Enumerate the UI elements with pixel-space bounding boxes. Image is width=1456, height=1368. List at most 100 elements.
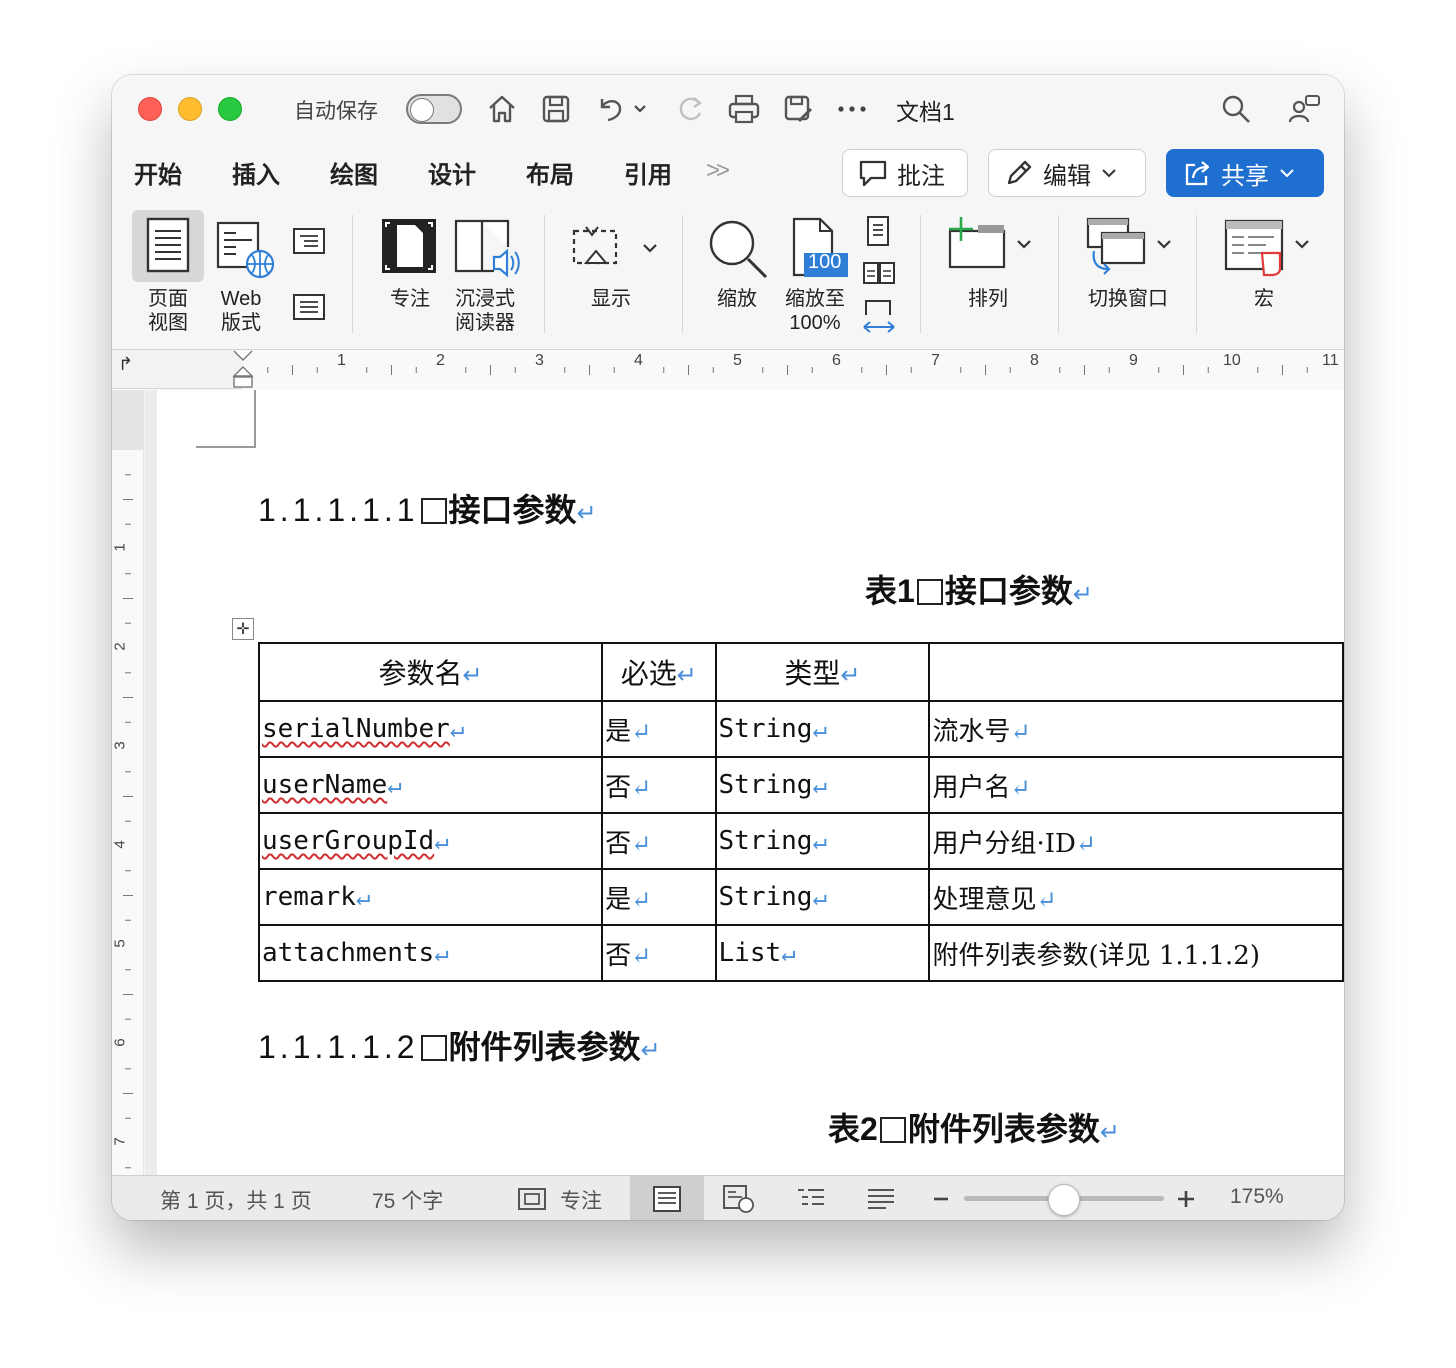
header-cell[interactable]: 类型↵ [714,642,931,702]
tab-references[interactable]: 引用 [624,155,672,190]
heading-text: 接口参数 [448,492,577,528]
show-icon[interactable] [570,223,660,276]
type-cell[interactable]: String↵ [714,812,931,870]
header-cell[interactable] [928,642,1344,702]
header-cell[interactable]: 必选↵ [601,642,717,702]
description-cell[interactable]: 用户分组·ID↵ [928,812,1344,870]
tab-design[interactable]: 设计 [428,155,476,190]
caption-text: 附件列表参数 [907,1111,1100,1147]
focus-mode-label[interactable]: 专注 [560,1185,602,1215]
close-button[interactable] [138,97,162,121]
multiple-pages-icon[interactable] [862,261,896,290]
param-name-cell[interactable]: remark↵ [257,868,604,926]
more-tabs-button[interactable]: >> [706,157,730,185]
zoom-percentage[interactable]: 175% [1230,1185,1284,1209]
redo-icon[interactable] [670,89,710,129]
switch-window-button[interactable]: 切换窗口 [1078,287,1178,311]
param-name-cell[interactable]: userGroupId↵ [257,812,604,870]
heading-1-1-1-1-2[interactable]: 1.1.1.1.2 附件列表参数↵ [258,1022,661,1068]
focus-button[interactable]: 专注 [374,287,446,311]
undo-dropdown-chevron-icon[interactable] [630,89,650,129]
zoom-out-icon[interactable] [932,1190,950,1208]
required-cell[interactable]: 否↵ [601,756,717,814]
table-move-handle[interactable]: ✛ [232,618,254,640]
editing-button[interactable]: 编辑 [988,149,1146,197]
arrange-button[interactable]: 排列 [948,287,1028,311]
save-as-icon[interactable] [778,89,818,129]
one-page-icon[interactable] [864,215,892,252]
description-cell[interactable]: 处理意见↵ [928,868,1344,926]
document-canvas[interactable]: 1.1.1.1.1 接口参数↵ 表1 接口参数↵ ✛ 参数名↵ 必选↵ 类型↵ se… [145,390,1344,1175]
param-name-cell[interactable]: serialNumber↵ [257,700,604,758]
type-cell[interactable]: String↵ [714,756,931,814]
account-icon[interactable] [1284,89,1324,129]
share-button[interactable]: 共享 [1166,149,1324,197]
save-icon[interactable] [536,89,576,129]
param-name-cell[interactable]: userName↵ [257,756,604,814]
indent-marker-icon[interactable] [232,350,254,390]
minimize-button[interactable] [178,97,202,121]
macro-icon[interactable] [1222,215,1312,282]
description-cell[interactable]: 流水号↵ [928,700,1344,758]
description-cell[interactable]: 附件列表参数(详见 1.1.1.2) [928,924,1344,982]
outline-view-icon[interactable] [794,1186,828,1212]
table-1-caption[interactable]: 表1 接口参数↵ [865,566,1093,612]
search-icon[interactable] [1216,89,1256,129]
horizontal-ruler[interactable]: ↱ 1 2 3 4 5 6 7 8 9 10 11 [112,349,1344,390]
switch-window-icon[interactable] [1082,215,1178,282]
page-view-icon[interactable] [146,217,190,278]
more-icon[interactable] [832,89,872,129]
page-width-icon[interactable] [862,299,896,340]
immersive-reader-icon[interactable] [452,217,522,284]
parameters-table[interactable]: 参数名↵ 必选↵ 类型↵ serialNumber↵ 是↵ String↵ 流水… [257,642,1344,982]
tab-layout[interactable]: 布局 [526,155,574,190]
zoom-icon[interactable] [706,217,770,284]
focus-icon[interactable] [380,217,438,280]
page-count[interactable]: 第 1 页，共 1 页 [160,1185,312,1215]
required-cell[interactable]: 否↵ [601,812,717,870]
zoom-window-button[interactable] [218,97,242,121]
tab-home[interactable]: 开始 [134,155,182,190]
focus-mode-icon[interactable] [516,1186,548,1212]
tab-draw[interactable]: 绘图 [330,155,378,190]
zoom-100-button[interactable]: 缩放至 100% [776,287,854,335]
tab-insert[interactable]: 插入 [232,155,280,190]
comments-button[interactable]: 批注 [842,149,968,197]
page-view-button[interactable]: 页面 视图 [132,287,204,335]
document-page[interactable]: 1.1.1.1.1 接口参数↵ 表1 接口参数↵ ✛ 参数名↵ 必选↵ 类型↵ se… [157,390,1344,1175]
arrange-icon[interactable] [944,215,1042,276]
table-2-caption[interactable]: 表2 附件列表参数↵ [828,1104,1120,1150]
print-layout-view-button[interactable] [630,1176,704,1220]
show-button[interactable]: 显示 [574,287,648,311]
web-layout-view-icon[interactable] [722,1184,756,1214]
tab-stop-icon[interactable]: ↱ [118,354,133,375]
web-layout-button[interactable]: Web 版式 [210,287,272,335]
vertical-ruler[interactable]: 1 2 3 4 5 6 7 [112,390,144,1175]
required-cell[interactable]: 是↵ [601,700,717,758]
draft-view-icon[interactable] [292,293,326,326]
outline-view-icon[interactable] [292,227,326,260]
heading-1-1-1-1-1[interactable]: 1.1.1.1.1 接口参数↵ [258,485,597,531]
type-cell[interactable]: String↵ [714,868,931,926]
autosave-toggle[interactable] [406,94,462,124]
header-cell[interactable]: 参数名↵ [257,642,604,702]
draft-view-icon[interactable] [864,1186,898,1212]
paragraph-mark: ↵ [1099,1119,1120,1146]
zoom-button[interactable]: 缩放 [704,287,770,311]
immersive-reader-button[interactable]: 沉浸式 阅读器 [442,287,528,335]
type-cell[interactable]: String↵ [714,700,931,758]
required-cell[interactable]: 否↵ [601,924,717,982]
undo-icon[interactable] [590,89,630,129]
required-cell[interactable]: 是↵ [601,868,717,926]
zoom-slider-knob[interactable] [1048,1184,1080,1216]
web-layout-icon[interactable] [216,221,278,286]
type-cell[interactable]: List↵ [714,924,931,982]
word-count[interactable]: 75 个字 [372,1185,443,1215]
zoom-in-icon[interactable] [1176,1189,1196,1209]
param-name-cell[interactable]: attachments↵ [257,924,604,982]
description-cell[interactable]: 用户名↵ [928,756,1344,814]
print-icon[interactable] [724,89,764,129]
zoom-100-icon[interactable]: 100 [788,217,850,284]
home-icon[interactable] [482,89,522,129]
macro-button[interactable]: 宏 [1236,287,1292,311]
